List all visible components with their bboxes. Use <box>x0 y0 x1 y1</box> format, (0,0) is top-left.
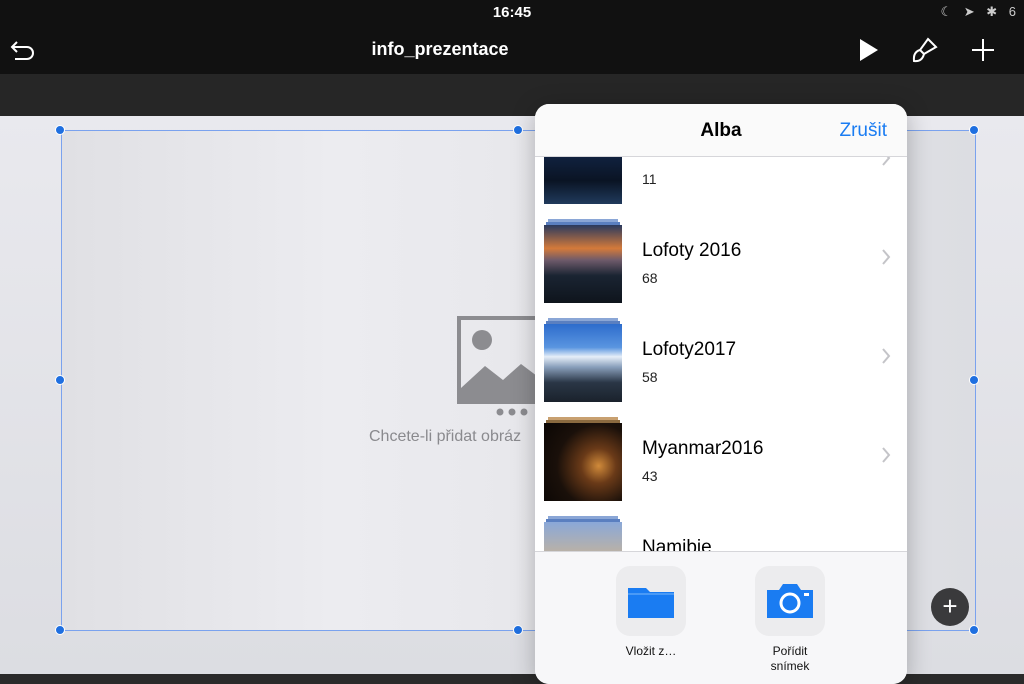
chevron-right-icon <box>882 348 891 364</box>
resize-handle-tl[interactable] <box>55 125 65 135</box>
album-thumbnail <box>544 417 622 501</box>
album-count: 68 <box>642 270 658 286</box>
album-list[interactable]: 11 Lofoty 2016 68 Lofoty2017 58 Myanmar2… <box>535 157 907 551</box>
album-thumbnail <box>544 157 622 204</box>
image-placeholder-icon[interactable] <box>457 316 539 421</box>
album-count: 11 <box>642 171 657 187</box>
album-name: Lofoty2017 <box>642 339 737 360</box>
album-name: Namibie <box>642 537 712 551</box>
chevron-right-icon <box>882 447 891 463</box>
take-photo-label: Pořídit snímek <box>770 644 810 673</box>
app-toolbar: info_prezentace <box>0 26 1024 74</box>
album-thumbnail <box>544 516 622 551</box>
album-row[interactable]: Myanmar2016 43 <box>535 411 907 510</box>
chevron-right-icon <box>882 249 891 265</box>
status-time: 16:45 <box>492 4 532 21</box>
status-bar: 16:45 ☾ ➤ ✱ 6 <box>0 0 1024 26</box>
album-thumbnail <box>544 219 622 303</box>
resize-handle-tm[interactable] <box>513 125 523 135</box>
take-photo-button[interactable]: Pořídit snímek <box>745 566 835 674</box>
camera-icon <box>767 584 813 618</box>
resize-handle-br[interactable] <box>969 625 979 635</box>
insert-from-label: Vložit z… <box>625 644 677 658</box>
album-row[interactable]: Namibie <box>535 510 907 551</box>
popover-actions: Vložit z… Pořídit snímek <box>535 551 907 684</box>
resize-handle-ml[interactable] <box>55 375 65 385</box>
album-name: Myanmar2016 <box>642 438 764 459</box>
folder-icon <box>628 588 674 618</box>
album-count: 43 <box>642 468 658 484</box>
camera-tile[interactable] <box>755 566 825 636</box>
resize-handle-mr[interactable] <box>969 375 979 385</box>
albums-popover: Alba Zrušit 11 Lofoty 2016 68 Lofoty2017… <box>535 104 907 684</box>
album-row[interactable]: Lofoty 2016 68 <box>535 213 907 312</box>
popover-header: Alba Zrušit <box>535 104 907 157</box>
placeholder-hint: Chcete-li přidat obráz <box>369 428 522 445</box>
resize-handle-tr[interactable] <box>969 125 979 135</box>
resize-handle-bl[interactable] <box>55 625 65 635</box>
plus-icon[interactable] <box>968 36 998 64</box>
album-row[interactable]: 11 <box>535 157 907 213</box>
album-row[interactable]: Lofoty2017 58 <box>535 312 907 411</box>
cancel-button[interactable]: Zrušit <box>840 120 888 142</box>
status-indicators: ☾ ➤ ✱ 6 <box>940 4 1020 19</box>
album-count: 58 <box>642 369 658 385</box>
insert-from-button[interactable]: Vložit z… <box>606 566 696 659</box>
folder-tile[interactable] <box>616 566 686 636</box>
album-name: Lofoty 2016 <box>642 240 742 261</box>
add-slide-button[interactable]: + <box>931 588 969 626</box>
album-thumbnail <box>544 318 622 402</box>
brush-icon[interactable] <box>910 36 940 64</box>
document-title: info_prezentace <box>371 39 509 59</box>
chevron-right-icon <box>882 157 891 166</box>
resize-handle-bm[interactable] <box>513 625 523 635</box>
play-icon[interactable] <box>855 36 885 64</box>
